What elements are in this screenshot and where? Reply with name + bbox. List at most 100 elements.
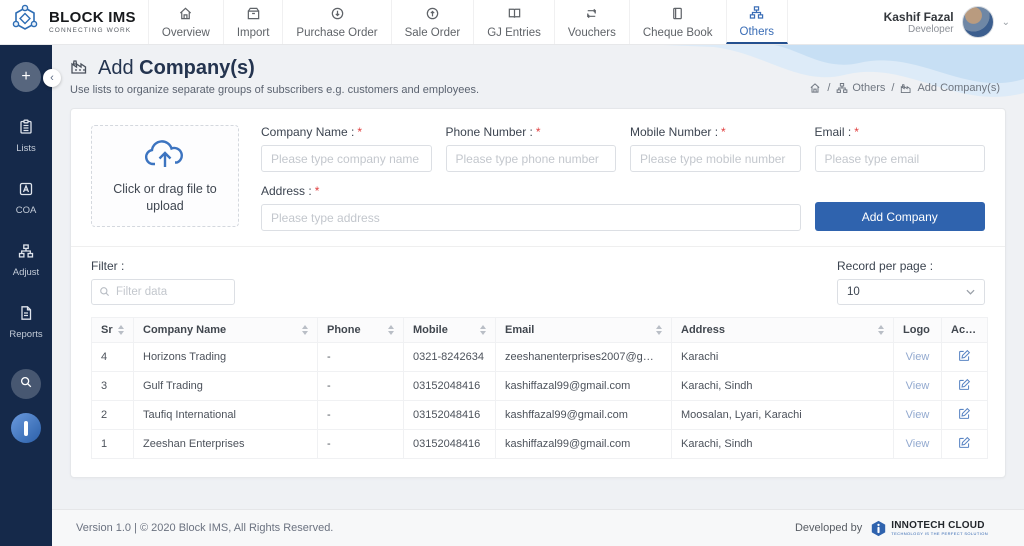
company-name-field[interactable] — [261, 145, 432, 172]
col-header-email[interactable]: Email — [496, 318, 672, 343]
view-logo-link[interactable]: View — [906, 438, 930, 450]
sort-icon[interactable] — [656, 325, 662, 335]
cell-mobile: 0321-8242634 — [404, 343, 496, 372]
nav-item-vouchers[interactable]: Vouchers — [554, 0, 629, 44]
sitemap-icon — [836, 82, 848, 94]
chevron-down-icon[interactable]: ⌄ — [1002, 17, 1010, 28]
required-asterisk: * — [721, 125, 726, 139]
sidebar-item-lists[interactable]: Lists — [16, 119, 36, 154]
sidebar-search-button[interactable] — [11, 369, 41, 399]
companies-table: Sr Company Name Phone Mobile Email Addre… — [91, 317, 988, 459]
breadcrumb: / Others / Add Company(s) — [809, 82, 1000, 96]
cell-phone: - — [318, 401, 404, 430]
records-per-page-label: Record per page : — [837, 259, 985, 273]
chevron-down-icon — [966, 289, 975, 295]
table-controls: Filter : Record per page : 10 — [91, 259, 985, 305]
developer-name: INNOTECH CLOUD — [891, 521, 988, 531]
cell-address: Karachi, Sindh — [672, 430, 894, 459]
user-menu[interactable]: Kashif Fazal Developer ⌄ — [884, 0, 1024, 44]
clipboard-list-icon — [18, 119, 34, 140]
brand-globe-icon[interactable] — [11, 413, 41, 443]
view-logo-link[interactable]: View — [906, 409, 930, 421]
sort-icon[interactable] — [302, 325, 308, 335]
address-field[interactable] — [261, 204, 801, 231]
nav-item-import[interactable]: Import — [223, 0, 283, 44]
breadcrumb-home[interactable] — [809, 82, 821, 94]
cell-sr: 1 — [92, 430, 134, 459]
required-asterisk: * — [357, 125, 362, 139]
nav-item-purchase-order[interactable]: Purchase Order — [282, 0, 390, 44]
sort-icon[interactable] — [480, 325, 486, 335]
cell-mobile: 03152048416 — [404, 430, 496, 459]
sidebar-collapse-button[interactable]: ‹ — [43, 69, 61, 87]
circle-arrow-down-icon — [330, 6, 345, 24]
upload-label: Click or drag file to upload — [105, 181, 225, 215]
sidebar-item-label: COA — [16, 205, 37, 216]
edit-icon[interactable] — [958, 440, 971, 452]
file-upload-dropzone[interactable]: Click or drag file to upload — [91, 125, 239, 227]
breadcrumb-others[interactable]: Others — [836, 82, 885, 94]
phone-number-field[interactable] — [446, 145, 617, 172]
brand-logo[interactable]: BLOCK IMS CONNECTING WORK — [0, 0, 148, 44]
required-asterisk: * — [536, 125, 541, 139]
nav-item-cheque-book[interactable]: Cheque Book — [629, 0, 726, 44]
cell-company: Taufiq International — [134, 401, 318, 430]
nav-label: Vouchers — [568, 27, 616, 39]
nav-label: Purchase Order — [296, 27, 377, 39]
cell-mobile: 03152048416 — [404, 401, 496, 430]
add-company-card: Click or drag file to upload Company Nam… — [70, 108, 1006, 478]
required-asterisk: * — [854, 125, 859, 139]
nav-item-gj-entries[interactable]: GJ Entries — [473, 0, 554, 44]
nav-item-sale-order[interactable]: Sale Order — [391, 0, 474, 44]
hexagon-i-icon — [870, 520, 887, 537]
mobile-number-label: Mobile Number :* — [630, 125, 801, 139]
col-header-phone[interactable]: Phone — [318, 318, 404, 343]
filter-input[interactable] — [91, 279, 235, 305]
add-button[interactable]: + — [11, 62, 41, 92]
user-name: Kashif Fazal — [884, 10, 954, 24]
sort-icon[interactable] — [878, 325, 884, 335]
col-header-mobile[interactable]: Mobile — [404, 318, 496, 343]
page-title: Add Company(s) — [98, 57, 255, 80]
repeat-icon — [584, 6, 599, 24]
cell-sr: 4 — [92, 343, 134, 372]
col-header-company[interactable]: Company Name — [134, 318, 318, 343]
col-header-sr[interactable]: Sr — [92, 318, 134, 343]
cell-address: Moosalan, Lyari, Karachi — [672, 401, 894, 430]
nav-item-others[interactable]: Others — [726, 0, 789, 44]
sidebar-item-adjust[interactable]: Adjust — [13, 243, 39, 278]
innotech-cloud-logo[interactable]: INNOTECH CLOUD TECHNOLOGY IS THE PERFECT… — [870, 520, 988, 537]
company-name-label: Company Name :* — [261, 125, 432, 139]
user-avatar[interactable] — [962, 6, 994, 38]
sidebar-item-coa[interactable]: COA — [16, 181, 37, 216]
sort-icon[interactable] — [118, 325, 124, 335]
edit-icon[interactable] — [958, 411, 971, 423]
email-field[interactable] — [815, 145, 986, 172]
view-logo-link[interactable]: View — [906, 351, 930, 363]
cell-company: Zeeshan Enterprises — [134, 430, 318, 459]
mobile-number-field[interactable] — [630, 145, 801, 172]
page-header: Add Company(s) Use lists to organize sep… — [52, 45, 1024, 106]
sidebar-item-label: Reports — [9, 329, 42, 340]
cell-email: kashiffazal99@gmail.com — [496, 430, 672, 459]
records-per-page-select[interactable]: 10 — [837, 279, 985, 305]
cell-phone: - — [318, 343, 404, 372]
nav-label: Others — [740, 26, 775, 38]
nav-label: GJ Entries — [487, 27, 541, 39]
sort-icon[interactable] — [388, 325, 394, 335]
col-header-address[interactable]: Address — [672, 318, 894, 343]
edit-icon[interactable] — [958, 353, 971, 365]
search-icon — [19, 375, 33, 394]
footer: Version 1.0 | © 2020 Block IMS, All Righ… — [52, 509, 1024, 546]
sidebar-item-reports[interactable]: Reports — [9, 305, 42, 340]
add-company-button[interactable]: Add Company — [815, 202, 986, 231]
address-label: Address :* — [261, 184, 801, 198]
breadcrumb-add-company[interactable]: Add Company(s) — [900, 82, 1000, 94]
import-box-icon — [246, 6, 261, 24]
cell-email: zeeshanenterprises2007@gmail.com — [496, 343, 672, 372]
open-book-icon — [507, 6, 522, 24]
edit-icon[interactable] — [958, 382, 971, 394]
cell-email: kashffazal99@gmail.com — [496, 401, 672, 430]
view-logo-link[interactable]: View — [906, 380, 930, 392]
nav-item-overview[interactable]: Overview — [148, 0, 223, 44]
